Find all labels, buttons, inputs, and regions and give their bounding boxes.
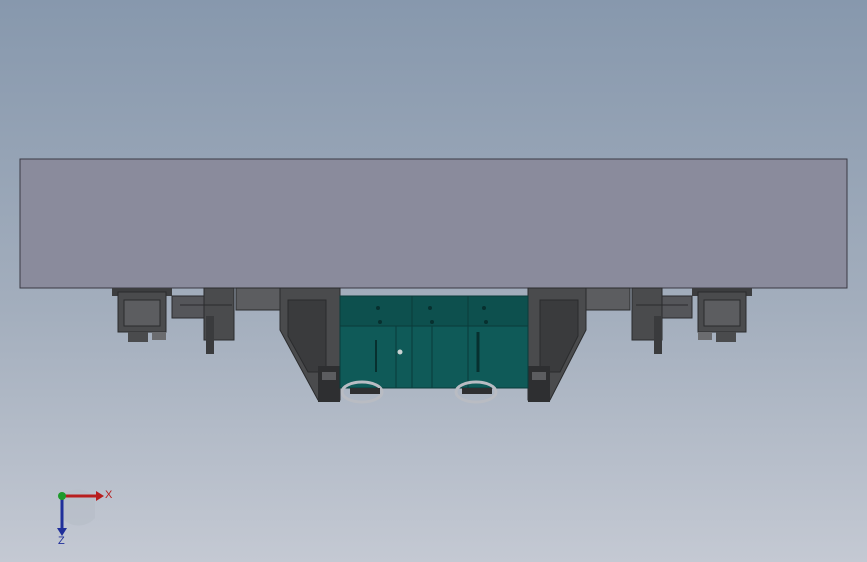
z-axis-label: Z [58, 535, 65, 547]
right-suspension[interactable] [585, 287, 752, 354]
left-bracket[interactable] [279, 287, 341, 402]
graphics-viewport[interactable]: X Z [0, 0, 867, 562]
x-arrow-icon [96, 491, 104, 501]
triad-graphic: X Z [57, 489, 113, 547]
center-panel[interactable] [339, 295, 529, 389]
cad-model[interactable] [0, 0, 867, 562]
left-suspension[interactable] [112, 287, 281, 354]
y-axis-icon [58, 492, 66, 500]
orientation-triad[interactable]: X Z [40, 478, 130, 548]
right-bracket[interactable] [527, 287, 587, 402]
x-axis-label: X [105, 489, 113, 501]
vehicle-body[interactable] [19, 158, 848, 289]
